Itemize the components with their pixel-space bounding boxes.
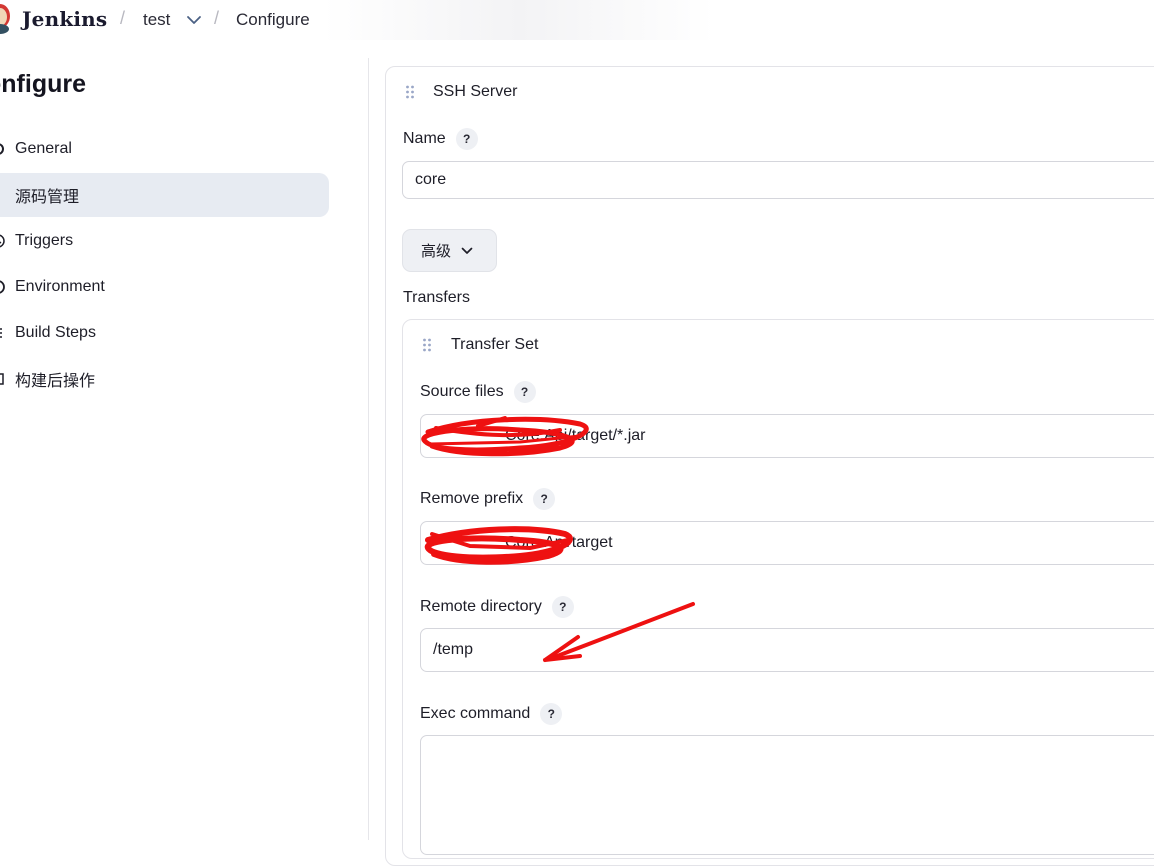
name-field[interactable]: core: [402, 161, 1154, 199]
transfer-set-title: Transfer Set: [451, 336, 539, 353]
breadcrumb-separator: /: [214, 8, 220, 28]
source-files-value: Core.Api/target/*.jar: [505, 427, 646, 444]
code-branch-icon: [0, 187, 6, 203]
name-field-value: core: [415, 171, 447, 188]
source-files-field[interactable]: Core.Api/target/*.jar: [420, 414, 1154, 458]
remove-prefix-value: Core.Api/target: [505, 534, 613, 551]
name-label-text: Name: [403, 130, 446, 147]
sidebar-item-source-control[interactable]: 源码管理: [0, 173, 329, 217]
sidebar-item-label: 源码管理: [15, 189, 80, 206]
exec-command-label: Exec command ?: [420, 703, 563, 725]
sidebar-item-build-steps[interactable]: Build Steps: [0, 311, 329, 355]
page-title-text: onfigure: [0, 70, 86, 98]
brand-name[interactable]: Jenkins: [22, 7, 107, 31]
breadcrumb-item-configure: Configure: [236, 10, 310, 29]
ssh-server-title: SSH Server: [433, 83, 518, 100]
help-icon[interactable]: ?: [551, 596, 574, 618]
sidebar-item-label: Build Steps: [15, 324, 96, 341]
list-icon: [0, 325, 6, 341]
sidebar-item-label: Triggers: [15, 232, 74, 249]
breadcrumb-item-test[interactable]: test: [143, 10, 170, 30]
page-title: onfigure: [0, 70, 86, 99]
gear-icon: [0, 141, 6, 157]
sidebar-item-triggers[interactable]: Triggers: [0, 219, 329, 263]
remove-prefix-field[interactable]: Core.Api/target: [420, 521, 1154, 565]
name-label: Name ?: [403, 128, 478, 150]
exec-command-label-text: Exec command: [420, 705, 531, 722]
globe-icon: [0, 279, 6, 295]
exec-command-textarea[interactable]: [420, 735, 1154, 855]
box-icon: [0, 371, 6, 387]
sidebar-item-environment[interactable]: Environment: [0, 265, 329, 309]
sidebar-item-label: 构建后操作: [15, 373, 96, 390]
sidebar-item-post-build[interactable]: 构建后操作: [0, 357, 329, 401]
remove-prefix-label-text: Remove prefix: [420, 490, 524, 507]
remote-directory-label-text: Remote directory: [420, 598, 542, 615]
drag-handle-icon[interactable]: [422, 337, 432, 353]
chevron-down-icon: [461, 247, 473, 254]
sidebar-item-general[interactable]: General: [0, 127, 329, 171]
help-icon[interactable]: ?: [455, 128, 478, 150]
remote-directory-field[interactable]: /temp: [420, 628, 1154, 672]
help-icon[interactable]: ?: [513, 381, 536, 403]
source-files-label: Source files ?: [420, 381, 536, 403]
chevron-down-icon[interactable]: [185, 12, 203, 28]
top-bar: Jenkins / test / Configure: [0, 0, 1154, 40]
advanced-button-label: 高级: [421, 243, 452, 260]
sidebar-item-label: General: [15, 140, 72, 157]
breadcrumb-separator: /: [120, 8, 126, 28]
remote-directory-value: /temp: [433, 641, 474, 658]
remote-directory-label: Remote directory ?: [420, 596, 574, 618]
advanced-button[interactable]: 高级: [402, 229, 497, 272]
drag-handle-icon[interactable]: [405, 84, 415, 100]
source-files-label-text: Source files: [420, 383, 504, 400]
jenkins-logo-icon[interactable]: [0, 2, 12, 34]
sidebar-item-label: Environment: [15, 278, 105, 295]
help-icon[interactable]: ?: [533, 488, 556, 510]
clock-icon: [0, 233, 6, 249]
remove-prefix-label: Remove prefix ?: [420, 488, 556, 510]
help-icon[interactable]: ?: [540, 703, 563, 725]
sidebar-divider: [368, 58, 369, 840]
transfers-label: Transfers: [403, 289, 470, 306]
